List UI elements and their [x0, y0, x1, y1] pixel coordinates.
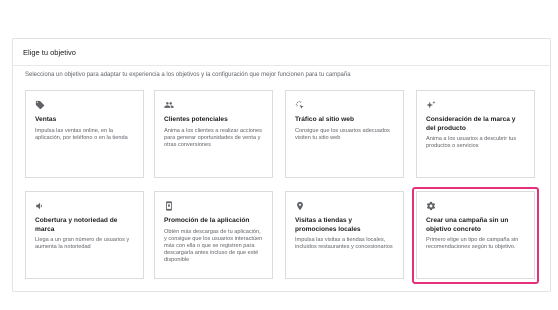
- objective-card-ventas[interactable]: Ventas Impulsa las ventas online, en la …: [25, 90, 144, 178]
- card-title: Tráfico al sitio web: [295, 116, 354, 123]
- objective-card-cobertura[interactable]: Cobertura y notoriedad de marca Llega a …: [25, 191, 144, 279]
- objective-card-clientes-potenciales[interactable]: Clientes potenciales Anima a los cliente…: [154, 90, 273, 178]
- card-description: Primero elige un tipo de campaña sin rec…: [426, 237, 519, 251]
- objective-card-promocion-app[interactable]: Promoción de la aplicación Obtén más des…: [154, 191, 273, 279]
- sparkle-icon: [426, 100, 436, 110]
- card-description: Impulsa las ventas online, en la aplicac…: [35, 127, 128, 141]
- card-description: Consigue que los usuarios adecuados visi…: [295, 127, 390, 141]
- panel-subtitle: Selecciona un objetivo para adaptar tu e…: [25, 72, 351, 78]
- card-title: Crear una campaña sin un objetivo concre…: [426, 217, 509, 233]
- card-title: Clientes potenciales: [164, 116, 228, 123]
- people-icon: [164, 100, 174, 110]
- card-description: Impulsa las visitas a tiendas locales, i…: [295, 237, 393, 251]
- card-title: Cobertura y notoriedad de marca: [35, 217, 118, 233]
- cursor-click-icon: [295, 100, 305, 110]
- divider: [13, 65, 550, 66]
- card-description: Obtén más descargas de tu aplicación, y …: [164, 228, 263, 264]
- card-description: Anima a los usuarios a descubrir tus pro…: [426, 136, 517, 150]
- card-description: Anima a los clientes a realizar acciones…: [164, 127, 262, 148]
- panel-title: Elige tu objetivo: [23, 48, 76, 57]
- card-title: Visitas a tiendas y promociones locales: [295, 217, 361, 233]
- objective-card-consideracion[interactable]: Consideración de la marca y del producto…: [416, 90, 535, 178]
- objective-card-visitas-tiendas[interactable]: Visitas a tiendas y promociones locales …: [285, 191, 404, 279]
- phone-icon: [164, 201, 174, 211]
- gear-icon: [426, 201, 436, 211]
- card-title: Consideración de la marca y del producto: [426, 116, 516, 132]
- objective-card-sin-objetivo[interactable]: Crear una campaña sin un objetivo concre…: [416, 191, 535, 279]
- objective-card-trafico-web[interactable]: Tráfico al sitio web Consigue que los us…: [285, 90, 404, 178]
- card-title: Ventas: [35, 116, 57, 123]
- tag-icon: [35, 100, 45, 110]
- card-title: Promoción de la aplicación: [164, 217, 250, 224]
- card-description: Llega a un gran número de usuarios y aum…: [35, 237, 130, 251]
- megaphone-icon: [35, 201, 45, 211]
- location-pin-icon: [295, 201, 305, 211]
